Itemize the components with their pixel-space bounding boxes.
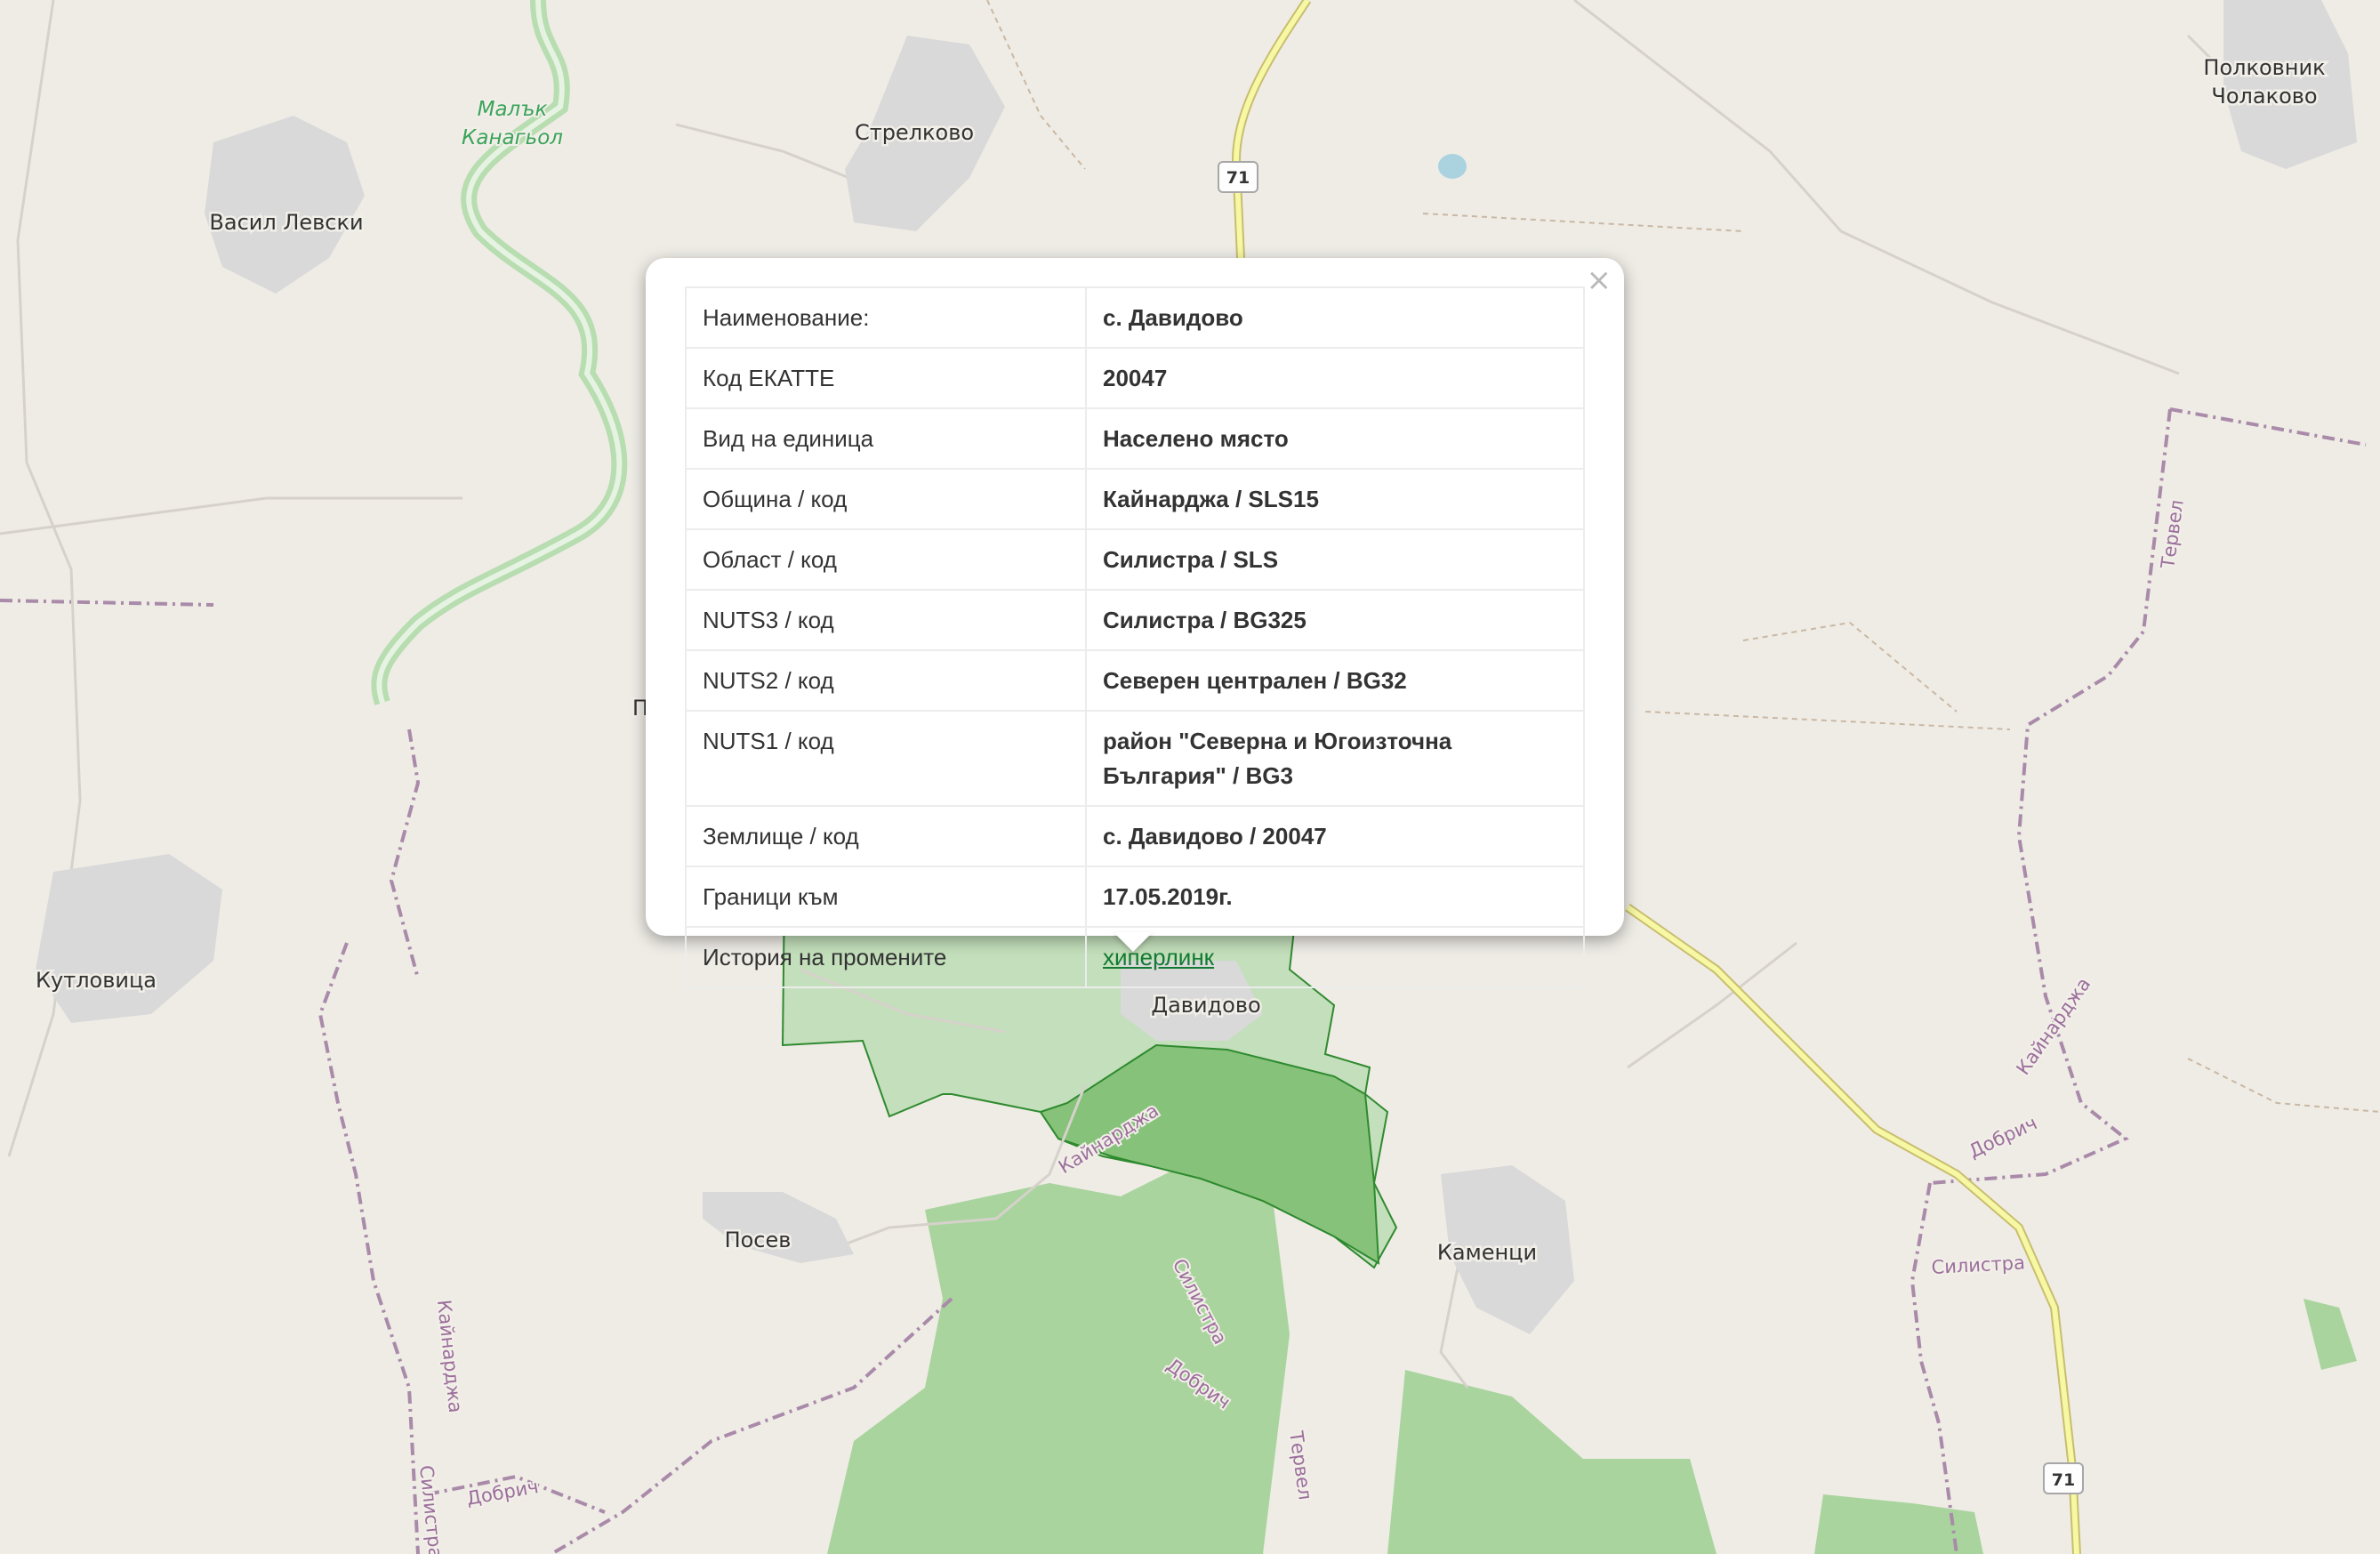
place-label[interactable]: Чолаково — [2209, 82, 2320, 111]
close-icon[interactable]: × — [1587, 265, 1612, 295]
table-row: NUTS1 / код район "Северна и Югоизточна … — [685, 710, 1585, 807]
place-label[interactable]: Кутловица — [33, 966, 158, 995]
row-value-line: район "Северна и Югоизточна — [1103, 728, 1452, 754]
row-value: с. Давидово — [1085, 286, 1585, 349]
place-label[interactable]: Давидово — [1149, 991, 1263, 1020]
row-value: Северен централен / BG32 — [1085, 649, 1585, 712]
table-row: Вид на единица Населено място — [685, 407, 1585, 470]
row-value: хиперлинк — [1085, 926, 1585, 988]
row-value: с. Давидово / 20047 — [1085, 805, 1585, 867]
table-row: NUTS3 / код Силистра / BG325 — [685, 589, 1585, 651]
river-label: Канагьол — [462, 126, 563, 149]
lake — [1438, 154, 1467, 179]
row-value: Силистра / SLS — [1085, 528, 1585, 591]
popup-tip — [1114, 932, 1153, 952]
row-value-line: България" / BG3 — [1103, 762, 1293, 789]
place-label[interactable]: Посев — [722, 1226, 793, 1255]
row-key: Вид на единица — [685, 407, 1087, 470]
row-value: 17.05.2019г. — [1085, 866, 1585, 928]
table-row: Област / код Силистра / SLS — [685, 528, 1585, 591]
row-value: Кайнарджа / SLS15 — [1085, 468, 1585, 530]
road-shield: 71 — [2043, 1462, 2084, 1494]
row-key: NUTS2 / код — [685, 649, 1087, 712]
row-key: NUTS1 / код — [685, 710, 1087, 807]
svg-text:71: 71 — [2052, 1470, 2075, 1490]
river-label: Малък — [478, 98, 548, 121]
table-row: Граници към 17.05.2019г. — [685, 866, 1585, 928]
table-row: Землище / код с. Давидово / 20047 — [685, 805, 1585, 867]
row-value: Населено място — [1085, 407, 1585, 470]
row-key: Наименование: — [685, 286, 1087, 349]
row-value: 20047 — [1085, 347, 1585, 409]
place-label[interactable]: Васил Левски — [207, 208, 366, 238]
table-row: Наименование: с. Давидово — [685, 286, 1585, 349]
table-row: NUTS2 / код Северен централен / BG32 — [685, 649, 1585, 712]
road-shield: 71 — [1218, 161, 1258, 193]
row-key: Граници към — [685, 866, 1087, 928]
place-label[interactable]: Стрелково — [852, 118, 976, 148]
table-row: Община / код Кайнарджа / SLS15 — [685, 468, 1585, 530]
row-key: Община / код — [685, 468, 1087, 530]
info-table: Наименование: с. Давидово Код ЕКАТТЕ 200… — [685, 286, 1585, 988]
row-value: район "Северна и Югоизточна България" / … — [1085, 710, 1585, 807]
row-key: История на промените — [685, 926, 1087, 988]
row-value: Силистра / BG325 — [1085, 589, 1585, 651]
place-label[interactable]: Полковник — [2201, 53, 2328, 83]
place-label[interactable]: Каменци — [1435, 1238, 1539, 1268]
row-key: Землище / код — [685, 805, 1087, 867]
row-key: Област / код — [685, 528, 1087, 591]
svg-text:71: 71 — [1226, 168, 1250, 188]
row-key: NUTS3 / код — [685, 589, 1087, 651]
row-key: Код ЕКАТТЕ — [685, 347, 1087, 409]
table-row: Код ЕКАТТЕ 20047 — [685, 347, 1585, 409]
info-popup: × Наименование: с. Давидово Код ЕКАТТЕ 2… — [646, 258, 1624, 988]
